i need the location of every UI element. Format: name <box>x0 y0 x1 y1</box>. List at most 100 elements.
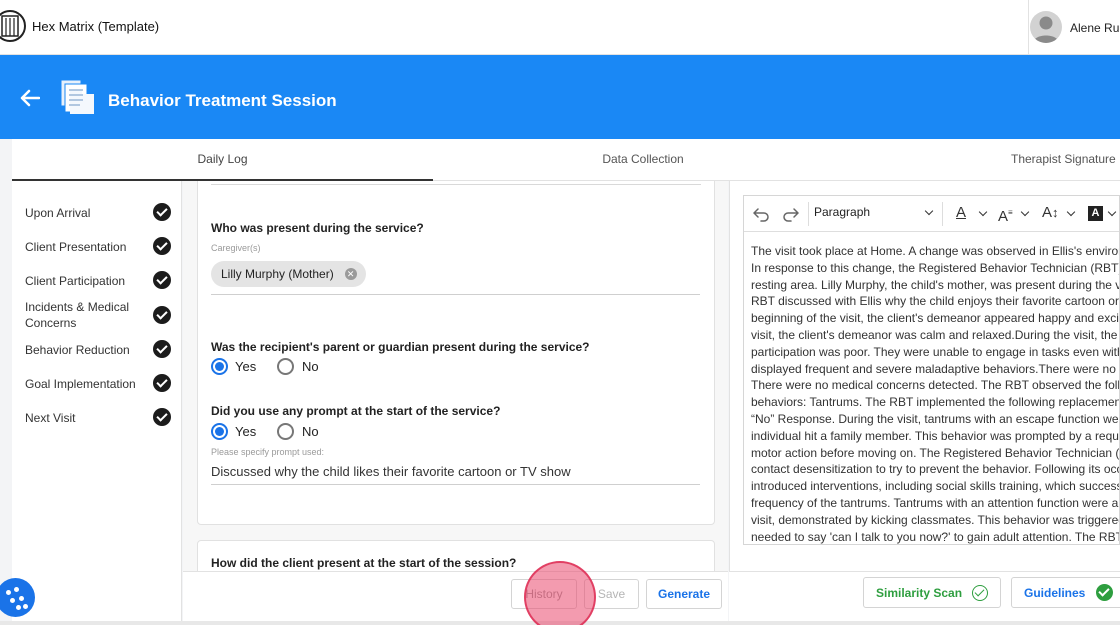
narrative-line: motor action before moving on. The Regis… <box>751 445 1120 460</box>
narrative-line: RBT discussed with Ellis why the child e… <box>751 294 1120 309</box>
check-circle-icon <box>153 340 171 358</box>
avatar[interactable] <box>1030 11 1062 43</box>
check-circle-icon <box>153 408 171 426</box>
chevron-down-icon <box>1020 207 1030 217</box>
highlight-color-icon: A <box>1088 206 1103 221</box>
user-name[interactable]: Alene Ru <box>1070 21 1119 35</box>
history-button[interactable]: History <box>511 579 577 609</box>
narrative-line: introduced interventions, including soci… <box>751 479 1120 494</box>
bottom-strip <box>0 621 1120 625</box>
client-presentation-card: How did the client present at the start … <box>197 540 715 571</box>
guardian-radio-group: Yes No <box>211 358 411 376</box>
narrative-line: In response to this change, the Register… <box>751 260 1120 275</box>
chevron-down-icon <box>978 207 988 217</box>
prompt-specify-label: Please specify prompt used: <box>211 447 325 457</box>
user-silhouette-icon <box>1033 16 1059 43</box>
upon-arrival-card: Who was present during the service? Care… <box>197 181 715 525</box>
session-narrative-text[interactable]: The visit took place at Home. A change w… <box>751 243 1120 544</box>
text-color-control[interactable]: A <box>956 204 988 223</box>
tab-bar: Daily Log Data Collection Therapist Sign… <box>12 139 1120 181</box>
font-size-icon: A↕ <box>1042 204 1059 221</box>
rich-text-editor[interactable]: Paragraph A A≡ A↕ A The visit took place… <box>743 195 1120 545</box>
narrative-line: “No” Response. During the visit, tantrum… <box>751 411 1120 426</box>
text-color-icon: A <box>956 204 967 221</box>
tab-data-collection[interactable]: Data Collection <box>433 139 853 181</box>
narrative-line: contact desensitization to try to preven… <box>751 462 1120 477</box>
caregiver-label: Caregiver(s) <box>211 243 261 253</box>
prompt-yes-radio[interactable] <box>211 423 228 440</box>
question-who-present: Who was present during the service? <box>211 221 424 235</box>
divider <box>211 184 701 185</box>
prompt-no-label[interactable]: No <box>302 423 319 440</box>
toolbar-divider <box>942 202 943 226</box>
cookie-dot-icon <box>10 598 15 603</box>
top-bar <box>0 0 1120 55</box>
undo-icon[interactable] <box>752 205 770 223</box>
back-arrow-icon[interactable] <box>20 89 40 107</box>
remove-chip-icon[interactable]: ✕ <box>344 268 357 280</box>
prompt-used-input[interactable]: Discussed why the child likes their favo… <box>211 464 571 479</box>
page-title: Behavior Treatment Session <box>108 91 337 110</box>
guardian-no-radio[interactable] <box>277 358 294 375</box>
prompt-field-underline <box>211 484 700 485</box>
chevron-down-icon <box>1107 207 1117 217</box>
narrative-line: displayed frequent and severe maladaptiv… <box>751 361 1120 376</box>
cookie-dot-icon <box>16 605 21 610</box>
question-client-present: How did the client present at the start … <box>211 556 517 570</box>
narrative-line: visit, demonstrated by kicking classmate… <box>751 512 1120 527</box>
narrative-line: There were no medical concerns detected.… <box>751 378 1120 393</box>
check-circle-icon <box>153 271 171 289</box>
narrative-line: visit, the client's demeanor was calm an… <box>751 327 1120 342</box>
redo-icon[interactable] <box>782 205 800 223</box>
check-circle-icon <box>153 203 171 221</box>
app-title: Hex Matrix (Template) <box>32 19 160 34</box>
narrative-line: participation was poor. They were unable… <box>751 344 1120 359</box>
form-action-bar: History Save Generate <box>183 571 728 621</box>
narrative-line: individual hit a family member. This beh… <box>751 428 1120 443</box>
cookie-dot-icon <box>19 596 24 601</box>
guidelines-button[interactable]: Guidelines <box>1011 577 1120 608</box>
check-circle-icon <box>153 306 171 324</box>
documents-icon <box>60 79 94 114</box>
chevron-down-icon <box>1066 207 1076 217</box>
prompt-yes-label[interactable]: Yes <box>235 423 256 440</box>
check-circle-outline-icon <box>972 585 988 601</box>
guardian-yes-radio[interactable] <box>211 358 228 375</box>
building-logo-icon <box>0 10 26 42</box>
editor-toolbar: Paragraph A A≡ A↕ A <box>744 196 1119 232</box>
cookie-dot-icon <box>14 587 19 592</box>
guardian-yes-label[interactable]: Yes <box>235 358 256 375</box>
font-family-control[interactable]: A≡ <box>998 205 1032 225</box>
check-circle-filled-icon <box>1096 584 1113 601</box>
caregiver-chip-label: Lilly Murphy (Mother) <box>221 267 334 281</box>
check-circle-icon <box>153 237 171 255</box>
similarity-scan-button[interactable]: Similarity Scan <box>863 577 1001 608</box>
block-format-select[interactable]: Paragraph <box>814 205 936 219</box>
question-prompt-used: Did you use any prompt at the start of t… <box>211 404 501 418</box>
highlight-color-control[interactable]: A <box>1088 205 1119 223</box>
font-size-control[interactable]: A↕ <box>1042 204 1078 223</box>
prompt-no-radio[interactable] <box>277 423 294 440</box>
narrative-line: beginning of the visit, the client's dem… <box>751 311 1120 326</box>
prompt-radio-group: Yes No <box>211 423 411 441</box>
narrative-line: needed to say 'can I talk to you now?' t… <box>751 529 1120 544</box>
generate-button[interactable]: Generate <box>646 579 722 609</box>
check-circle-icon <box>153 374 171 392</box>
narrative-line: frequency of the tantrums. Tantrums with… <box>751 495 1120 510</box>
cookie-dot-icon <box>6 590 11 595</box>
section-sidebar: Upon Arrival Client Presentation Client … <box>12 181 182 621</box>
tab-daily-log[interactable]: Daily Log <box>12 139 433 181</box>
font-family-icon: A≡ <box>998 208 1013 225</box>
guardian-no-label[interactable]: No <box>302 358 319 375</box>
tab-therapist-signature[interactable]: Therapist Signature <box>853 139 1120 181</box>
form-scroll-area[interactable]: Who was present during the service? Care… <box>183 181 728 571</box>
narrative-line: resting area. Lilly Murphy, the child's … <box>751 277 1120 292</box>
similarity-scan-label: Similarity Scan <box>876 585 963 600</box>
cookie-dot-icon <box>23 604 28 609</box>
sidebar-item-incidents-medical[interactable]: Incidents & Medical Concerns <box>25 299 140 331</box>
question-guardian-present: Was the recipient's parent or guardian p… <box>211 340 590 354</box>
chevron-down-icon <box>924 206 934 216</box>
save-button[interactable]: Save <box>584 579 639 609</box>
narrative-line: The visit took place at Home. A change w… <box>751 244 1120 258</box>
caregiver-chip: Lilly Murphy (Mother) ✕ <box>211 261 366 287</box>
